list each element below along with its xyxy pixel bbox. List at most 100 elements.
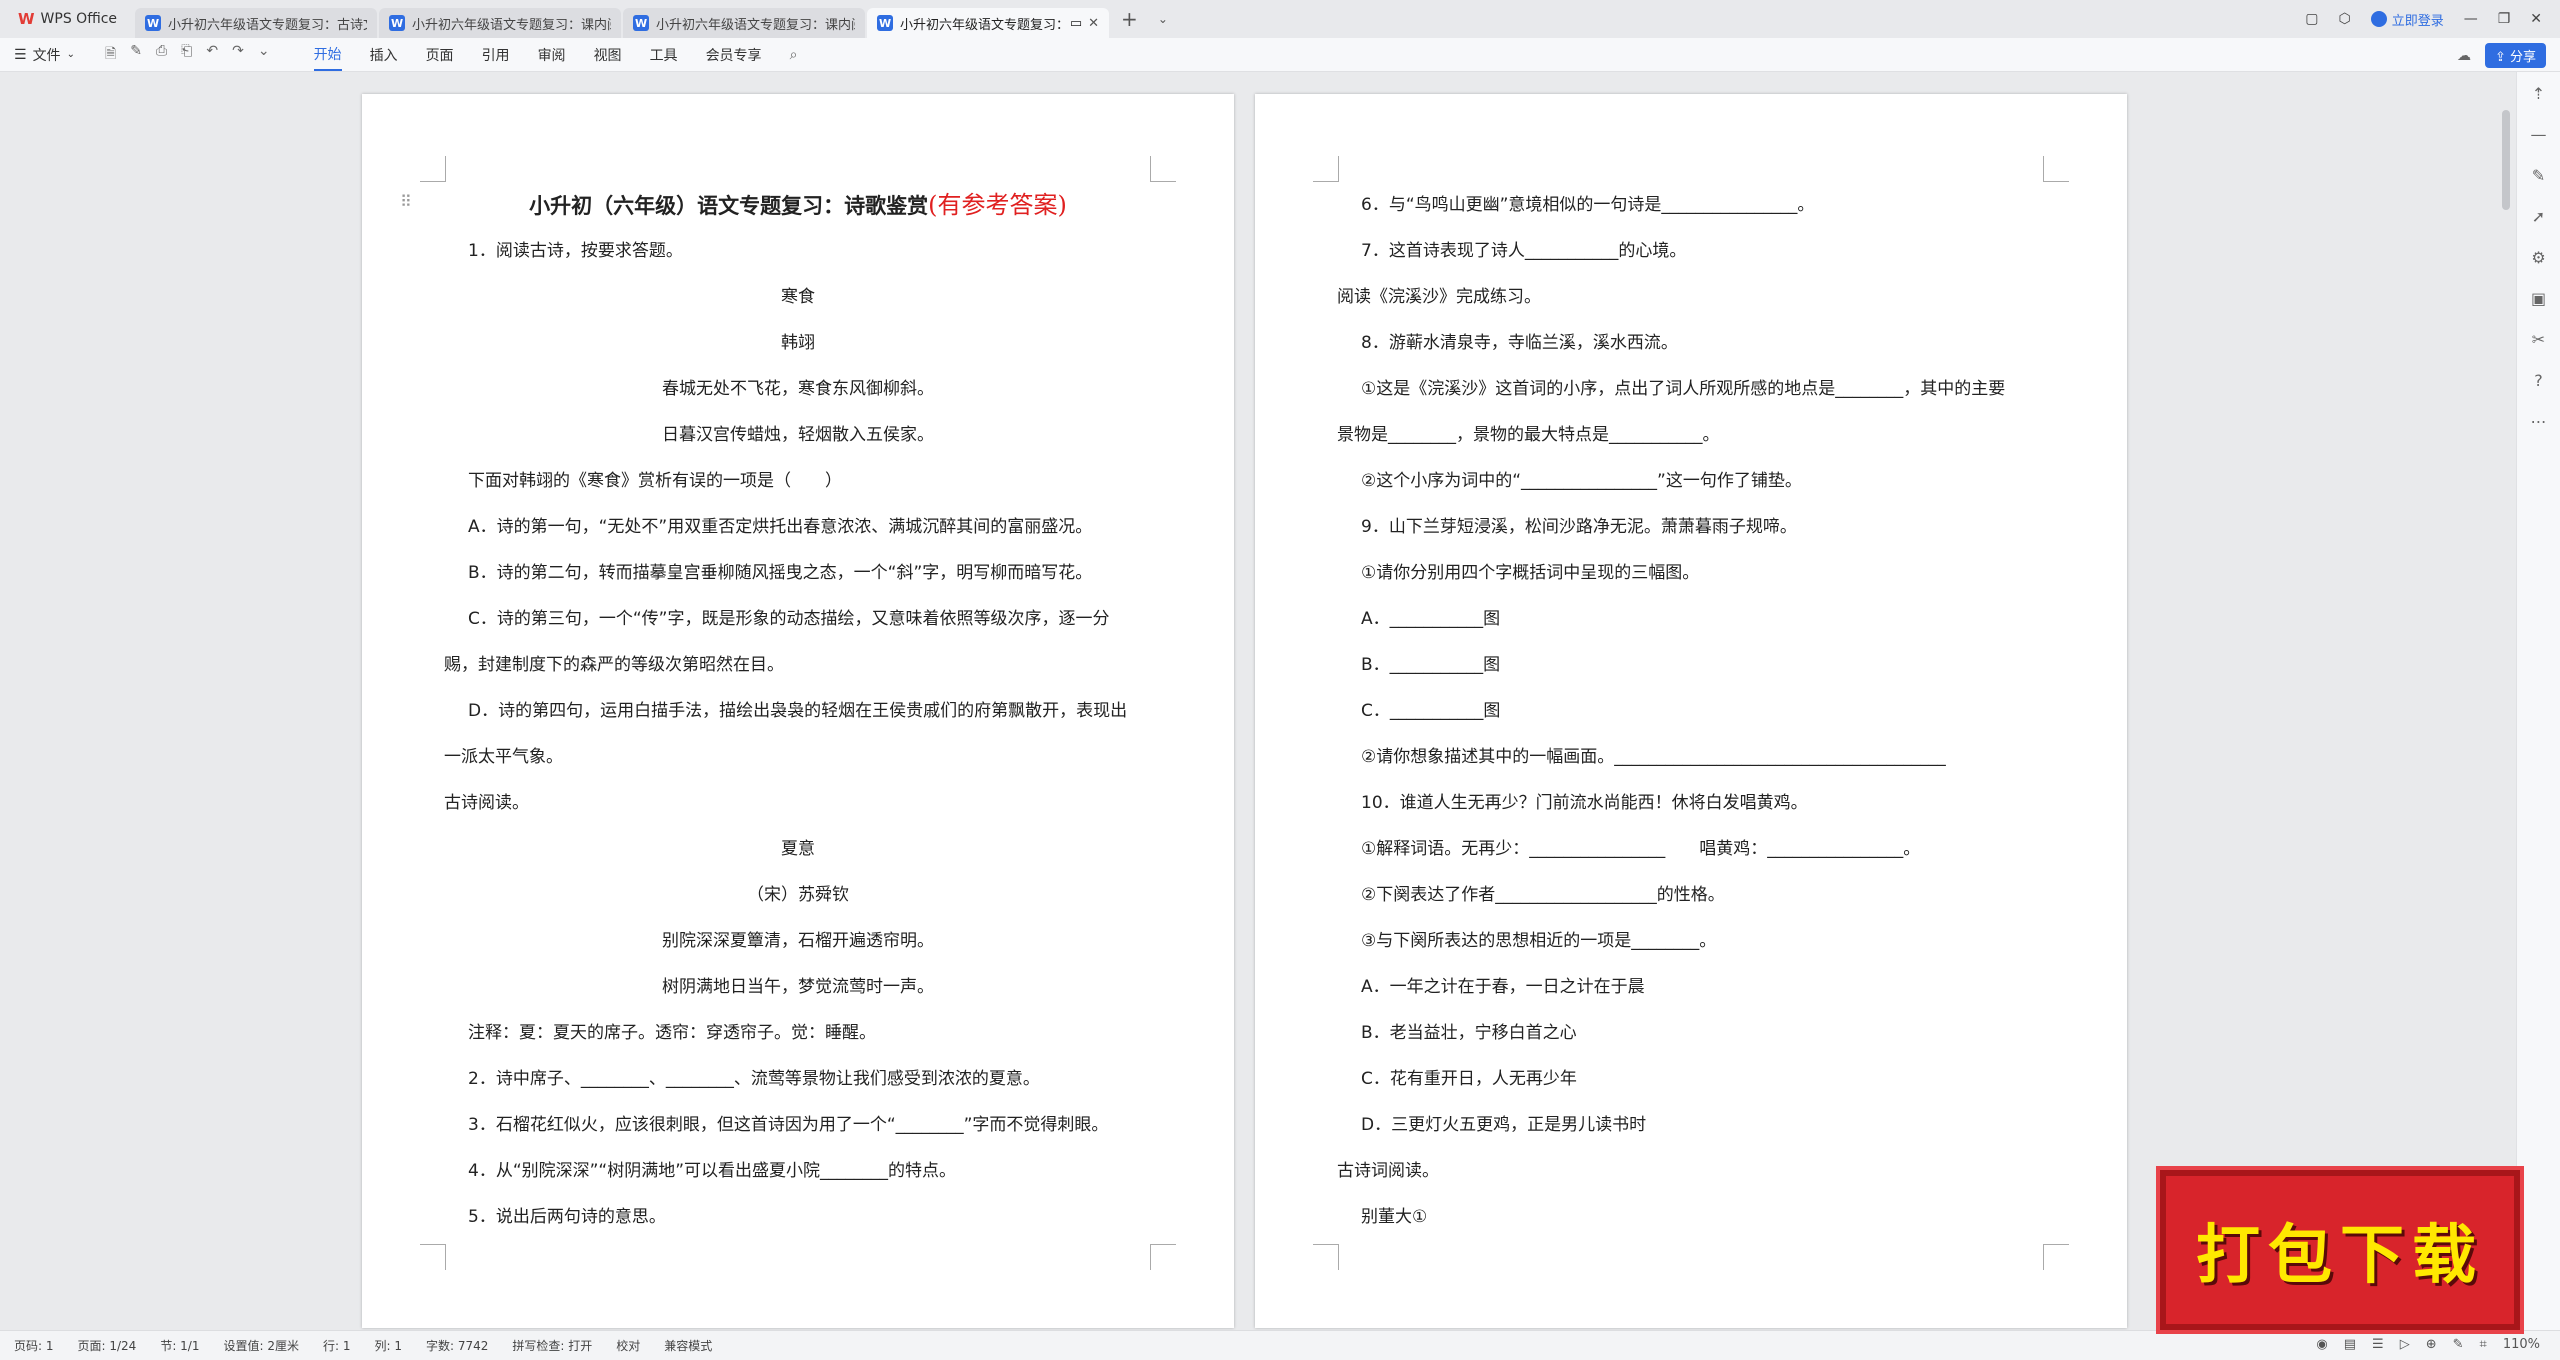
margin-corner — [1150, 1244, 1176, 1270]
document-line: ②请你想象描述其中的一幅画面。_________________________… — [1361, 747, 1946, 767]
image-icon[interactable]: ▣ — [2531, 289, 2546, 308]
print-icon[interactable]: ⎙ — [156, 43, 167, 67]
status-col: 列: 1 — [374, 1339, 402, 1353]
tab-home[interactable]: W WPS Office — [0, 0, 135, 38]
chevron-down-icon[interactable]: ⌄ — [258, 43, 270, 67]
status-setting[interactable]: 设置值: 2厘米 — [223, 1337, 299, 1354]
vertical-scrollbar[interactable] — [2502, 110, 2510, 210]
document-line: ①这是《浣溪沙》这首词的小序，点出了词人所观所感的地点是________，其中的… — [1361, 379, 2006, 399]
new-tab-button[interactable]: + — [1111, 0, 1148, 38]
avatar — [2370, 11, 2387, 27]
play-icon[interactable]: ▷ — [2400, 1337, 2410, 1352]
tab-doc-2[interactable]: W 小升初六年级语文专题复习：课内阅 — [379, 8, 622, 38]
tab-doc-title: 小升初六年级语文专题复习： — [900, 17, 1070, 33]
eye-icon[interactable]: ◉ — [2316, 1337, 2327, 1352]
tab-references[interactable]: 引用 — [482, 40, 510, 70]
document-line: 9．山下兰芽短浸溪，松间沙路净无泥。萧萧暮雨子规啼。 — [1361, 517, 1797, 537]
box-icon[interactable]: ⬡ — [2338, 11, 2350, 27]
minimize-icon[interactable]: — — [2464, 11, 2478, 27]
collapse-icon[interactable]: ⇡ — [2532, 84, 2545, 103]
word-doc-icon: W — [145, 15, 162, 31]
status-spellcheck[interactable]: 拼写检查: 打开 — [512, 1337, 592, 1354]
minus-icon[interactable]: — — [2531, 125, 2547, 144]
monitor-icon[interactable]: ▭ — [1070, 16, 1082, 31]
word-doc-icon: W — [877, 15, 894, 31]
tools-icon[interactable]: ✂ — [2532, 330, 2545, 349]
document-line: 10．谁道人生无再少？门前流水尚能西！休将白发唱黄鸡。 — [1361, 793, 1808, 813]
help-icon[interactable]: ? — [2534, 371, 2543, 390]
status-section: 节: 1/1 — [160, 1339, 200, 1353]
status-proofread[interactable]: 校对 — [616, 1337, 640, 1354]
tab-view[interactable]: 视图 — [594, 40, 622, 70]
word-doc-icon: W — [633, 15, 650, 31]
tab-doc-3[interactable]: W 小升初六年级语文专题复习：课内阅 — [623, 8, 866, 38]
document-page-1[interactable]: ⠿ 小升初（六年级）语文专题复习：诗歌鉴赏(有参考答案) 1．阅读古诗，按要求答… — [362, 94, 1234, 1328]
chevron-down-icon[interactable]: ⌄ — [1148, 0, 1178, 38]
document-line: 2．诗中席子、________、________、流莺等景物让我们感受到浓浓的夏… — [468, 1069, 1040, 1089]
tab-review[interactable]: 审阅 — [538, 40, 566, 70]
document-line: B．___________图 — [1361, 655, 1501, 675]
outline-icon[interactable]: ☰ — [2372, 1337, 2384, 1352]
file-menu-button[interactable]: ☰ 文件 ⌄ — [14, 45, 75, 65]
menu-icon: ☰ — [14, 46, 27, 63]
pen-icon[interactable]: ✎ — [2453, 1337, 2464, 1352]
chevron-down-icon: ⌄ — [66, 49, 75, 60]
tab-doc-title: 小升初六年级语文专题复习：古诗文 — [168, 17, 368, 33]
document-line: 5．说出后两句诗的意思。 — [468, 1207, 666, 1227]
close-icon[interactable]: ✕ — [1088, 16, 1099, 31]
adjust-icon[interactable]: ⚙ — [2531, 248, 2545, 267]
page-view-icon[interactable]: ▤ — [2344, 1337, 2356, 1352]
close-window-icon[interactable]: ✕ — [2530, 11, 2542, 27]
zoom-level[interactable]: 110% — [2503, 1337, 2540, 1352]
page-2-lines: 6．与“鸟鸣山更幽”意境相似的一句诗是________________。 7．这首… — [1337, 182, 2045, 1240]
tab-start[interactable]: 开始 — [313, 39, 342, 71]
share-button[interactable]: ⇪ 分享 — [2484, 43, 2546, 68]
share-icon: ⇪ — [2494, 50, 2506, 65]
select-icon[interactable]: ➚ — [2532, 207, 2545, 226]
tile-icon[interactable]: ▢ — [2305, 11, 2318, 27]
format-painter-icon[interactable]: ✎ — [130, 43, 142, 67]
tab-doc-4-active[interactable]: W 小升初六年级语文专题复习： ▭ ✕ — [867, 8, 1110, 38]
tab-tools[interactable]: 工具 — [650, 40, 678, 70]
restore-icon[interactable]: ❐ — [2498, 11, 2511, 27]
undo-icon[interactable]: ↶ — [206, 43, 218, 67]
download-banner[interactable]: 打包下载 — [2160, 1170, 2520, 1330]
status-bar: 页码: 1 页面: 1/24 节: 1/1 设置值: 2厘米 行: 1 列: 1… — [0, 1330, 2560, 1360]
right-sidebar: ⇡ — ✎ ➚ ⚙ ▣ ✂ ? ⋯ — [2516, 72, 2560, 1330]
tab-doc-1[interactable]: W 小升初六年级语文专题复习：古诗文 — [135, 8, 378, 38]
document-line: 日暮汉宫传蜡烛，轻烟散入五侯家。 — [662, 425, 934, 445]
login-label: 立即登录 — [2391, 13, 2444, 29]
edit-icon[interactable]: ✎ — [2532, 166, 2545, 185]
document-line: ①解释词语。无再少：________________ 唱黄鸡：_________… — [1361, 839, 1921, 859]
share-label: 分享 — [2509, 50, 2536, 65]
document-line: 夏意 — [781, 839, 815, 859]
document-line: 别董大① — [1361, 1207, 1428, 1227]
print-preview-icon[interactable]: ⎗ — [181, 43, 192, 67]
more-icon[interactable]: ⋯ — [2531, 412, 2547, 431]
document-line: （宋）苏舜钦 — [747, 885, 849, 905]
document-line: 一派太平气象。 — [444, 747, 563, 767]
document-line: 春城无处不飞花，寒食东风御柳斜。 — [662, 379, 934, 399]
drag-handle-icon[interactable]: ⠿ — [400, 192, 412, 211]
save-icon[interactable]: 🗎 — [105, 43, 116, 67]
tab-doc-title: 小升初六年级语文专题复习：课内阅 — [412, 17, 612, 33]
tab-member[interactable]: 会员专享 — [706, 40, 762, 70]
tab-page[interactable]: 页面 — [426, 40, 454, 70]
cloud-icon[interactable]: ☁ — [2457, 48, 2471, 64]
status-wordcount[interactable]: 字数: 7742 — [426, 1337, 488, 1354]
document-line: 景物是________，景物的最大特点是___________。 — [1337, 425, 1720, 445]
fit-icon[interactable]: ⌗ — [2480, 1337, 2487, 1352]
document-page-2[interactable]: 6．与“鸟鸣山更幽”意境相似的一句诗是________________。 7．这首… — [1255, 94, 2127, 1328]
redo-icon[interactable]: ↷ — [232, 43, 244, 67]
margin-corner — [1313, 1244, 1339, 1270]
document-line: 4．从“别院深深”“树阴满地”可以看出盛夏小院________的特点。 — [468, 1161, 957, 1181]
document-title-text: 小升初（六年级）语文专题复习：诗歌鉴赏 — [529, 194, 929, 218]
web-icon[interactable]: ⊕ — [2426, 1337, 2437, 1352]
search-icon[interactable]: ⌕ — [790, 42, 798, 68]
ribbon-right: ☁ ⇪ 分享 — [2457, 43, 2546, 68]
document-line: ③与下阕所表达的思想相近的一项是________。 — [1361, 931, 1717, 951]
tab-insert[interactable]: 插入 — [370, 40, 398, 70]
document-line: 阅读《浣溪沙》完成练习。 — [1337, 287, 1541, 307]
login-button[interactable]: 立即登录 — [2370, 10, 2444, 29]
document-title: 小升初（六年级）语文专题复习：诗歌鉴赏(有参考答案) — [444, 182, 1152, 228]
